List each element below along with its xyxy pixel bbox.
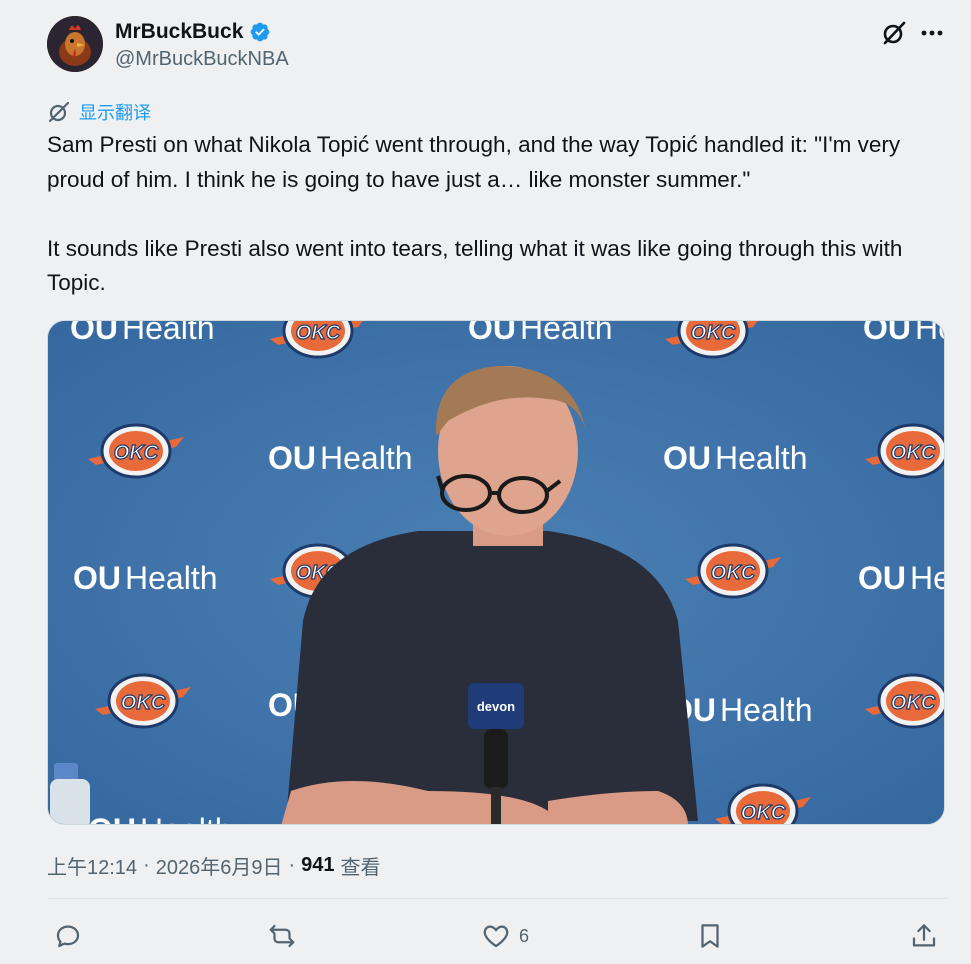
like-count: 6 <box>519 925 530 946</box>
share-icon <box>912 924 936 947</box>
divider <box>47 898 947 899</box>
mic-flag-label: devon <box>477 699 515 714</box>
more-options-icon[interactable] <box>919 20 945 46</box>
rooster-avatar-image <box>47 16 103 72</box>
verified-badge-icon <box>250 22 270 42</box>
tweet-media-photo[interactable]: OKC OU Health <box>47 320 945 825</box>
name-row: MrBuckBuck <box>115 20 271 44</box>
bookmark-button[interactable] <box>695 914 725 958</box>
reply-icon <box>56 925 80 948</box>
views-label: 查看 <box>340 857 381 879</box>
like-button[interactable]: 6 <box>481 914 529 958</box>
heart-icon <box>483 925 509 948</box>
tweet-meta: 上午12:14 · 2026年6月9日 · 941 查看 <box>47 851 381 880</box>
repost-icon <box>269 924 295 948</box>
tweet-text: Sam Presti on what Nikola Topić went thr… <box>47 132 903 295</box>
avatar[interactable] <box>47 16 103 72</box>
grok-translate-icon <box>48 101 70 123</box>
display-name[interactable]: MrBuckBuck <box>115 20 243 44</box>
bookmark-icon <box>701 924 719 948</box>
tweet-time[interactable]: 上午12:14 <box>47 851 137 880</box>
tweet-date[interactable]: 2026年6月9日 <box>156 851 283 880</box>
press-conference-photo: OKC OU Health <box>48 321 944 824</box>
tweet: MrBuckBuck @MrBuckBuckNBA 显示翻译 Sam Prest… <box>0 0 971 964</box>
show-translation-link[interactable]: 显示翻译 <box>47 99 151 125</box>
repost-button[interactable] <box>267 914 297 958</box>
show-translation-label: 显示翻译 <box>79 103 151 123</box>
meta-separator: · <box>288 854 296 876</box>
share-button[interactable] <box>909 914 939 958</box>
tweet-actions: 6 <box>47 914 947 958</box>
meta-separator: · <box>143 854 150 876</box>
tweet-header: MrBuckBuck @MrBuckBuckNBA <box>47 16 947 76</box>
reply-button[interactable] <box>53 914 83 958</box>
grok-icon[interactable] <box>881 20 907 46</box>
user-handle[interactable]: @MrBuckBuckNBA <box>115 48 289 71</box>
views-count: 941 <box>301 854 335 876</box>
